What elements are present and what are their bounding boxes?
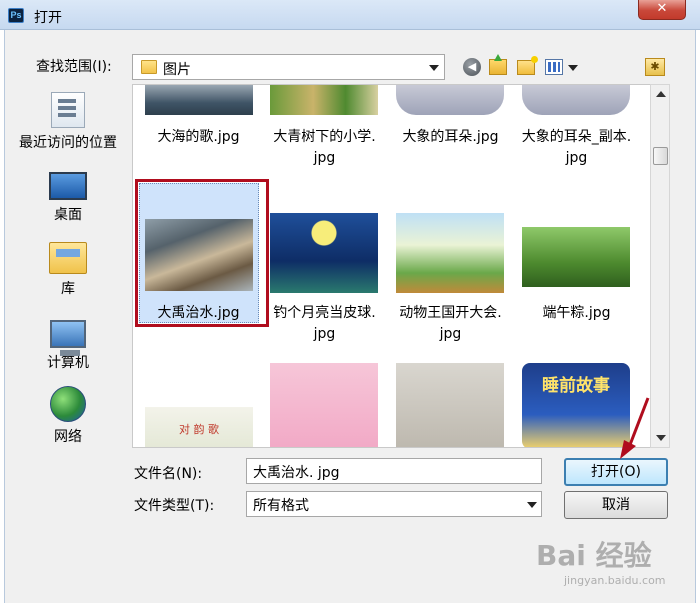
file-thumbnail[interactable]	[522, 227, 630, 287]
watermark-logo-text: Bai 经验	[536, 539, 652, 572]
file-name-input[interactable]: 大禹治水. jpg	[246, 458, 542, 484]
close-button[interactable]: ✕	[638, 0, 686, 20]
desktop-shortcut-button[interactable]: ✱	[644, 56, 666, 78]
file-type-field-label: 文件类型(T):	[134, 498, 215, 514]
file-name-label[interactable]: 钓个月亮当皮球. jpg	[262, 303, 387, 345]
desktop-icon	[49, 172, 87, 200]
place-recent[interactable]: 最近访问的位置	[4, 92, 132, 152]
view-menu-icon	[545, 59, 563, 75]
desktop-folder-icon: ✱	[645, 58, 665, 76]
cancel-button[interactable]: 取消	[564, 491, 668, 519]
selected-file-annotation	[135, 179, 269, 327]
view-menu-chevron-icon[interactable]	[568, 65, 578, 71]
file-name-label[interactable]: 大青树下的小学. jpg	[262, 127, 387, 169]
file-thumbnail[interactable]	[522, 85, 630, 115]
view-menu-button[interactable]	[543, 56, 565, 78]
title-bar: Ps 打开 ✕	[0, 0, 700, 30]
file-type-value: 所有格式	[253, 498, 309, 514]
up-folder-icon	[489, 54, 507, 75]
file-thumbnail[interactable]: 睡前故事	[522, 363, 630, 447]
file-thumbnail[interactable]	[270, 85, 378, 115]
watermark-url: jingyan.baidu.com	[564, 574, 666, 587]
file-name-line: jpg	[313, 326, 336, 342]
file-name-label[interactable]: 大象的耳朵_副本.jpg	[514, 127, 639, 169]
place-desktop[interactable]: 桌面	[4, 168, 132, 224]
scroll-up-icon[interactable]	[656, 91, 666, 97]
scroll-thumb[interactable]	[653, 147, 668, 165]
place-label: 库	[61, 281, 75, 297]
place-network[interactable]: 网络	[4, 386, 132, 446]
place-label: 桌面	[54, 207, 82, 223]
file-name-line: 大青树下的小学.	[273, 129, 376, 145]
chevron-down-icon[interactable]	[429, 65, 439, 71]
file-thumbnail[interactable]	[396, 85, 504, 115]
file-name-label[interactable]: 大海的歌.jpg	[136, 127, 261, 148]
file-name-field-label: 文件名(N):	[134, 466, 203, 482]
baidu-jingyan-watermark: Bai 经验 jingyan.baidu.com	[536, 520, 696, 590]
file-name-label[interactable]: 端午粽.jpg	[514, 303, 639, 324]
up-one-level-button[interactable]	[487, 54, 509, 78]
file-name-line: jpg	[565, 150, 588, 166]
folder-icon	[141, 60, 157, 74]
file-name-line: jpg	[313, 150, 336, 166]
places-bar: 最近访问的位置 桌面 库 计算机 网络	[4, 84, 132, 454]
scroll-down-icon[interactable]	[656, 435, 666, 441]
file-thumbnail[interactable]	[396, 363, 504, 447]
place-label: 网络	[54, 429, 82, 445]
chevron-down-icon[interactable]	[527, 502, 537, 508]
file-thumbnail[interactable]	[396, 213, 504, 293]
file-type-select[interactable]: 所有格式	[246, 491, 542, 517]
file-name-line: jpg	[439, 326, 462, 342]
vertical-scrollbar[interactable]	[650, 84, 670, 448]
file-name-label[interactable]: 大象的耳朵.jpg	[388, 127, 513, 148]
place-library[interactable]: 库	[4, 242, 132, 298]
new-folder-button[interactable]	[515, 55, 538, 78]
computer-icon	[50, 320, 86, 356]
file-thumbnail[interactable]	[145, 85, 253, 115]
photoshop-app-icon: Ps	[8, 8, 24, 23]
window-title: 打开	[34, 10, 62, 26]
place-computer[interactable]: 计算机	[4, 316, 132, 372]
file-thumbnail[interactable]: 对 韵 歌	[145, 407, 253, 447]
new-folder-icon	[517, 55, 538, 75]
file-name-label[interactable]: 动物王国开大会. jpg	[388, 303, 513, 345]
back-button[interactable]: ◀	[461, 56, 483, 78]
back-arrow-icon: ◀	[463, 58, 481, 76]
file-name-line: 动物王国开大会.	[399, 305, 502, 321]
place-label: 最近访问的位置	[19, 135, 117, 151]
file-thumbnail[interactable]	[270, 213, 378, 293]
recent-places-icon	[51, 92, 85, 128]
library-icon	[49, 242, 87, 274]
look-in-combo[interactable]: 图片	[132, 54, 445, 80]
open-button[interactable]: 打开(O)	[564, 458, 668, 486]
look-in-value: 图片	[163, 62, 191, 78]
look-in-label: 查找范围(I):	[36, 59, 112, 75]
network-icon	[50, 386, 86, 422]
file-name-line: 钓个月亮当皮球.	[273, 305, 376, 321]
file-name-line: 大象的耳朵_副本.	[521, 129, 632, 145]
file-thumbnail[interactable]	[270, 363, 378, 447]
